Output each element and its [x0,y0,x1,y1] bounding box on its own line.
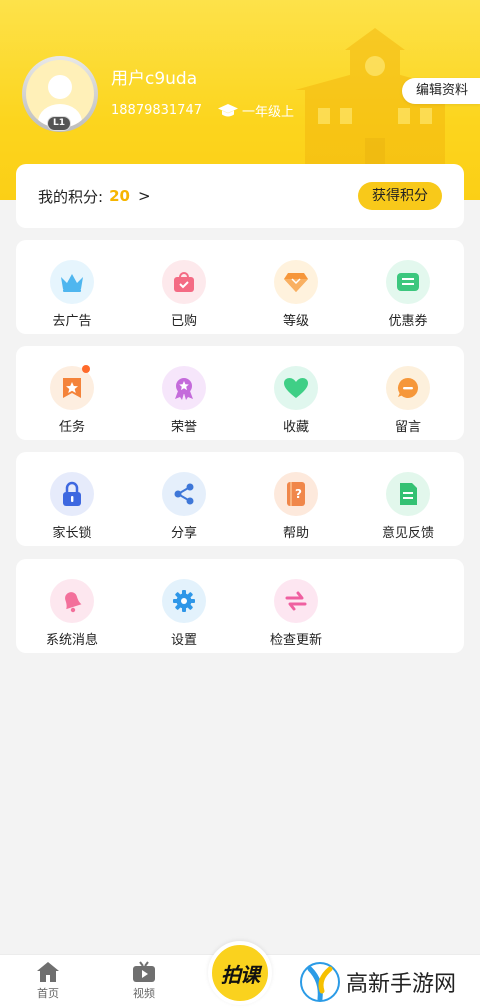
menu-item-check-update[interactable]: 检查更新 [240,579,352,653]
menu-item-task[interactable]: 任务 [16,365,128,440]
menu-item-feedback[interactable]: 意见反馈 [352,472,464,546]
menu-card-row3: 家长锁 分享 ? 帮助 意见反馈 [16,452,464,546]
menu-item-level[interactable]: 等级 [240,260,352,334]
points-card[interactable]: 我的积分: 20 > 获得积分 [16,164,464,228]
menu-label: 去广告 [52,314,92,329]
help-icon: ? [274,472,318,516]
points-label: 我的积分: [38,187,104,206]
coupon-icon [386,260,430,304]
menu-item-help[interactable]: ? 帮助 [240,472,352,546]
video-icon [133,961,155,982]
menu-label: 意见反馈 [381,526,434,541]
grade-label: 一年级上 [242,105,295,120]
menu-item-system-messages[interactable]: 系统消息 [16,579,128,653]
edit-profile-button[interactable]: 编辑资料 [401,78,480,104]
menu-item-favorites[interactable]: 收藏 [240,366,352,440]
bell-icon [50,579,94,623]
menu-label: 已购 [170,314,197,329]
menu-label: 留言 [394,420,421,435]
diamond-icon [274,260,318,304]
center-button-label: 拍课 [221,962,260,987]
svg-text:?: ? [295,487,302,501]
feedback-icon [386,472,430,516]
menu-card-row2: 任务 荣誉 收藏 留言 [16,346,464,440]
menu-label: 任务 [58,420,85,435]
menu-item-purchased[interactable]: 已购 [128,260,240,334]
home-icon [37,962,59,982]
menu-label: 荣誉 [170,420,197,435]
menu-item-message[interactable]: 留言 [352,366,464,440]
earn-points-button[interactable]: 获得积分 [358,182,442,210]
medal-icon [162,366,206,410]
menu-label: 帮助 [282,526,309,541]
crown-icon [50,260,94,304]
menu-item-remove-ads[interactable]: 去广告 [16,260,128,334]
menu-label: 分享 [170,526,197,541]
share-icon [162,472,206,516]
message-icon [386,366,430,410]
menu-item-share[interactable]: 分享 [128,472,240,546]
grade-info: 一年级上 [218,101,294,120]
username: 用户c9uda [111,69,198,89]
lock-icon [50,472,94,516]
menu-label: 收藏 [282,420,309,435]
menu-label: 设置 [170,633,197,648]
tab-home[interactable]: 首页 [18,961,78,1001]
menu-card-row1: 去广告 已购 等级 优惠券 [16,240,464,334]
menu-item-settings[interactable]: 设置 [128,579,240,653]
menu-label: 检查更新 [269,633,322,648]
menu-item-coupon[interactable]: 优惠券 [352,260,464,334]
notification-dot [82,365,90,373]
level-badge: L1 [47,116,71,131]
heart-icon [274,366,318,410]
center-camera-course-button[interactable]: 拍课 [208,941,272,1005]
chevron-right-icon: > [137,187,151,205]
tab-video[interactable]: 视频 [114,961,174,1001]
watermark-text: 高新手游网 [346,972,457,997]
shopping-bag-icon [162,260,206,304]
bottom-tab-bar: 首页 视频 拍课 高新手游网 [0,941,480,1008]
menu-item-honor[interactable]: 荣誉 [128,366,240,440]
tab-home-label: 首页 [37,987,59,1000]
phone-number: 18879831747 [111,103,202,118]
refresh-icon [274,579,318,623]
menu-item-parental-lock[interactable]: 家长锁 [16,472,128,546]
graduation-cap-icon [218,103,238,116]
watermark: 高新手游网 [300,959,456,1005]
tab-video-label: 视频 [133,987,155,1000]
menu-label: 优惠券 [388,314,428,329]
menu-label: 系统消息 [45,633,98,648]
menu-label: 家长锁 [52,526,92,541]
gear-icon [162,579,206,623]
menu-label: 等级 [282,314,309,329]
menu-card-row4: 系统消息 设置 检查更新 [16,559,464,653]
points-value: 20 [109,187,130,205]
watermark-logo-icon [300,962,340,1002]
